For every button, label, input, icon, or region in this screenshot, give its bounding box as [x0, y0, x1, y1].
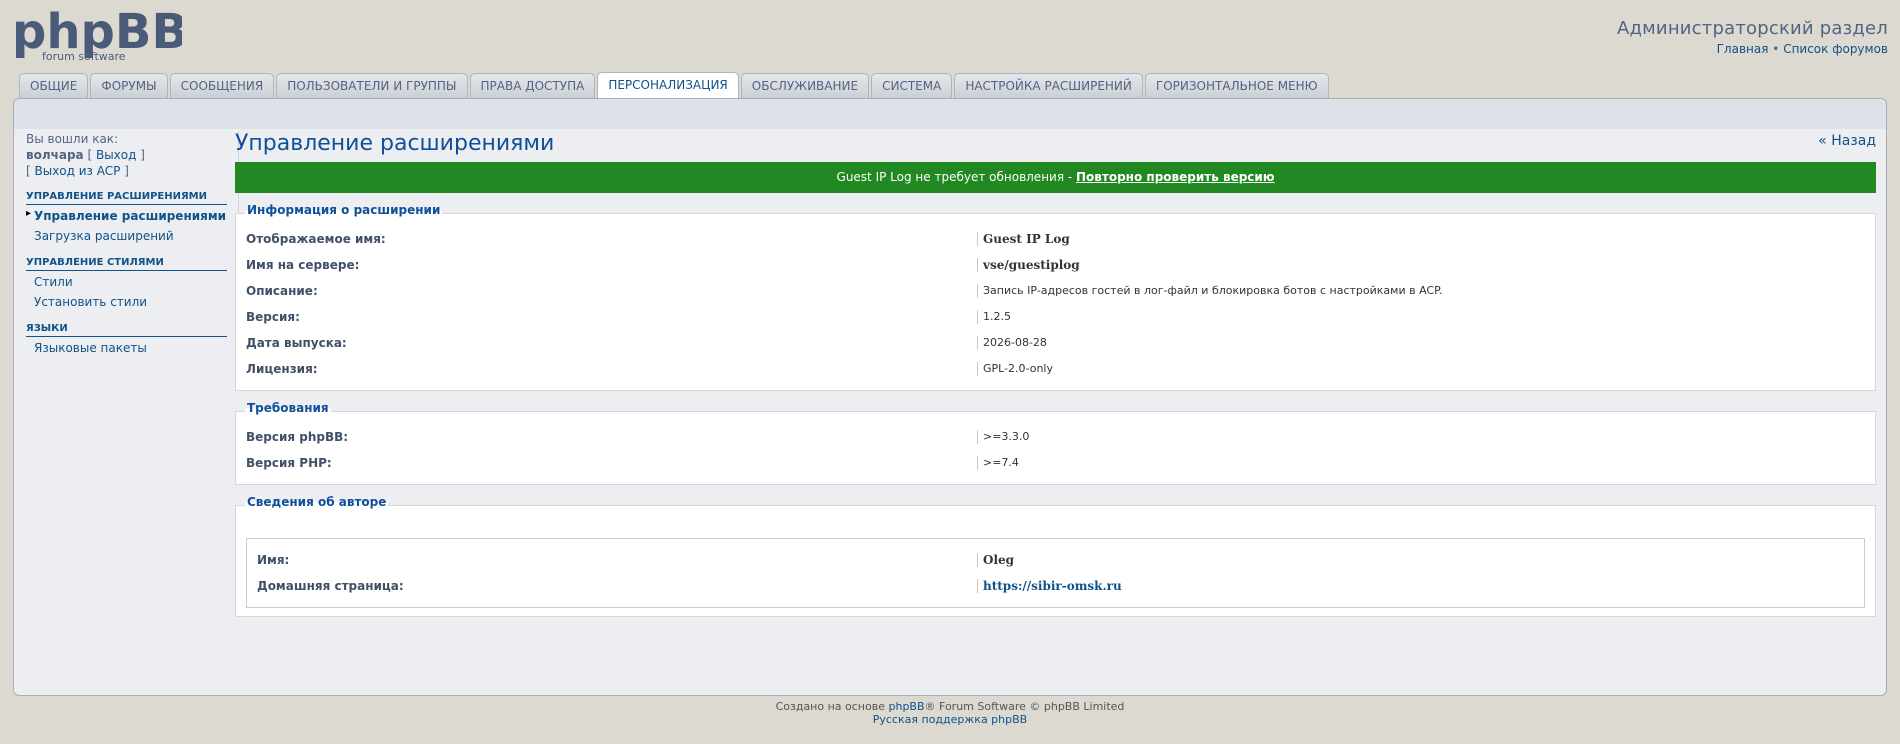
header-links: Главная • Список форумов: [1617, 42, 1888, 56]
req-row-phpbb: Версия phpBB: >=3.3.0: [246, 424, 1865, 450]
info-row-version: Версия: 1.2.5: [246, 304, 1865, 330]
row-label: Домашняя страница:: [257, 579, 404, 593]
tab-posting[interactable]: Сообщения: [169, 73, 275, 98]
main-panel: Вы вошли как: волчара [ Выход ] [ Выход …: [13, 98, 1887, 696]
link-separator: •: [1772, 42, 1780, 56]
info-row-server-name: Имя на сервере: vse/guestiplog: [246, 252, 1865, 278]
sidebar: Вы вошли как: волчара [ Выход ] [ Выход …: [26, 131, 239, 379]
svg-text:forum software: forum software: [42, 50, 126, 63]
phpbb-logo[interactable]: phpBB forum software: [12, 4, 188, 64]
info-row-release-date: Дата выпуска: 2026-08-28: [246, 330, 1865, 356]
logout-link[interactable]: Выход: [96, 148, 136, 162]
requirements-legend: Требования: [245, 401, 331, 415]
row-label: Версия:: [246, 310, 300, 324]
row-label: Отображаемое имя:: [246, 232, 386, 246]
row-label: Имя:: [257, 553, 290, 567]
author-box: Имя: Oleg Домашняя страница: https://sib…: [246, 538, 1865, 608]
header-right: Администраторский раздел Главная • Списо…: [1617, 18, 1888, 56]
sidebar-item-install-styles[interactable]: Установить стили: [26, 291, 227, 311]
row-value: 2026-08-28: [977, 336, 1047, 350]
main-tabs: Общие Форумы Сообщения Пользователи и гр…: [19, 72, 1329, 98]
tab-users-groups[interactable]: Пользователи и группы: [276, 73, 468, 98]
phpbb-link[interactable]: phpBB: [888, 700, 924, 713]
sidebar-item-styles[interactable]: Стили: [26, 271, 227, 291]
info-row-description: Описание: Запись IP-адресов гостей в лог…: [246, 278, 1865, 304]
author-row-name: Имя: Oleg: [257, 547, 1854, 573]
status-text: Guest IP Log не требует обновления -: [836, 170, 1077, 184]
logged-as-label: Вы вошли как:: [26, 132, 119, 146]
sidebar-item-manage-extensions[interactable]: Управление расширениями: [26, 205, 227, 225]
acp-title: Администраторский раздел: [1616, 18, 1888, 39]
row-value: >=7.4: [977, 456, 1019, 470]
author-fieldset: Сведения об авторе Имя: Oleg Домашняя ст…: [235, 495, 1876, 617]
row-value: Oleg: [977, 553, 1014, 567]
tab-horizontal-menu[interactable]: Горизонтальное меню: [1144, 73, 1329, 98]
home-link[interactable]: Главная: [1717, 42, 1769, 56]
req-row-php: Версия PHP: >=7.4: [246, 450, 1865, 476]
extension-info-fieldset: Информация о расширении Отображаемое имя…: [235, 203, 1876, 391]
username: волчара: [26, 148, 84, 162]
footer: Создано на основе phpBB® Forum Software …: [0, 700, 1900, 726]
row-value: 1.2.5: [977, 310, 1011, 324]
content: Управление расширениями « Назад Guest IP…: [235, 131, 1876, 617]
row-label: Лицензия:: [246, 362, 318, 376]
footer-suffix: ® Forum Software © phpBB Limited: [924, 700, 1125, 713]
row-label: Версия phpBB:: [246, 430, 349, 444]
info-row-license: Лицензия: GPL-2.0-only: [246, 356, 1865, 382]
footer-prefix: Создано на основе: [775, 700, 889, 713]
menu-head-languages: Языки: [26, 323, 227, 337]
acp-logout-link[interactable]: Выход из ACP: [35, 164, 121, 178]
requirements-fieldset: Требования Версия phpBB: >=3.3.0 Версия …: [235, 401, 1876, 485]
row-value: vse/guestiplog: [977, 258, 1080, 272]
panel-topbar: [14, 99, 1886, 129]
row-label: Версия PHP:: [246, 456, 332, 470]
forum-list-link[interactable]: Список форумов: [1783, 42, 1888, 56]
sidebar-item-language-packs[interactable]: Языковые пакеты: [26, 337, 227, 357]
page-title: Управление расширениями: [235, 131, 555, 156]
author-row-homepage: Домашняя страница: https://sibir-omsk.ru: [257, 573, 1854, 599]
tab-system[interactable]: Система: [871, 73, 953, 98]
author-homepage-link[interactable]: https://sibir-omsk.ru: [977, 579, 1122, 593]
row-value: >=3.3.0: [977, 430, 1029, 444]
extension-info-legend: Информация о расширении: [245, 203, 443, 217]
tab-extension-settings[interactable]: Настройка расширений: [954, 73, 1143, 98]
info-row-display-name: Отображаемое имя: Guest IP Log: [246, 226, 1865, 252]
author-legend: Сведения об авторе: [245, 495, 389, 509]
row-label: Описание:: [246, 284, 318, 298]
sidebar-item-upload-extensions[interactable]: Загрузка расширений: [26, 225, 227, 245]
footer-credit: Создано на основе phpBB® Forum Software …: [0, 700, 1900, 713]
tab-customise[interactable]: Персонализация: [597, 72, 739, 98]
row-label: Дата выпуска:: [246, 336, 347, 350]
row-label: Имя на сервере:: [246, 258, 360, 272]
status-banner: Guest IP Log не требует обновления - Пов…: [235, 162, 1876, 193]
row-value: Запись IP-адресов гостей в лог-файл и бл…: [977, 284, 1443, 298]
row-value: GPL-2.0-only: [977, 362, 1053, 376]
menu-head-styles: Управление стилями: [26, 257, 227, 271]
menu-head-extensions: Управление расширениями: [26, 191, 227, 205]
tab-permissions[interactable]: Права доступа: [469, 73, 596, 98]
tab-forums[interactable]: Форумы: [90, 73, 168, 98]
russian-support-link[interactable]: Русская поддержка phpBB: [873, 713, 1027, 726]
login-info: Вы вошли как: волчара [ Выход ] [ Выход …: [26, 131, 227, 179]
row-value: Guest IP Log: [977, 232, 1070, 246]
back-link[interactable]: « Назад: [1818, 133, 1876, 149]
recheck-version-link[interactable]: Повторно проверить версию: [1076, 170, 1274, 184]
tab-maintenance[interactable]: Обслуживание: [740, 73, 870, 98]
tab-general[interactable]: Общие: [19, 73, 89, 98]
